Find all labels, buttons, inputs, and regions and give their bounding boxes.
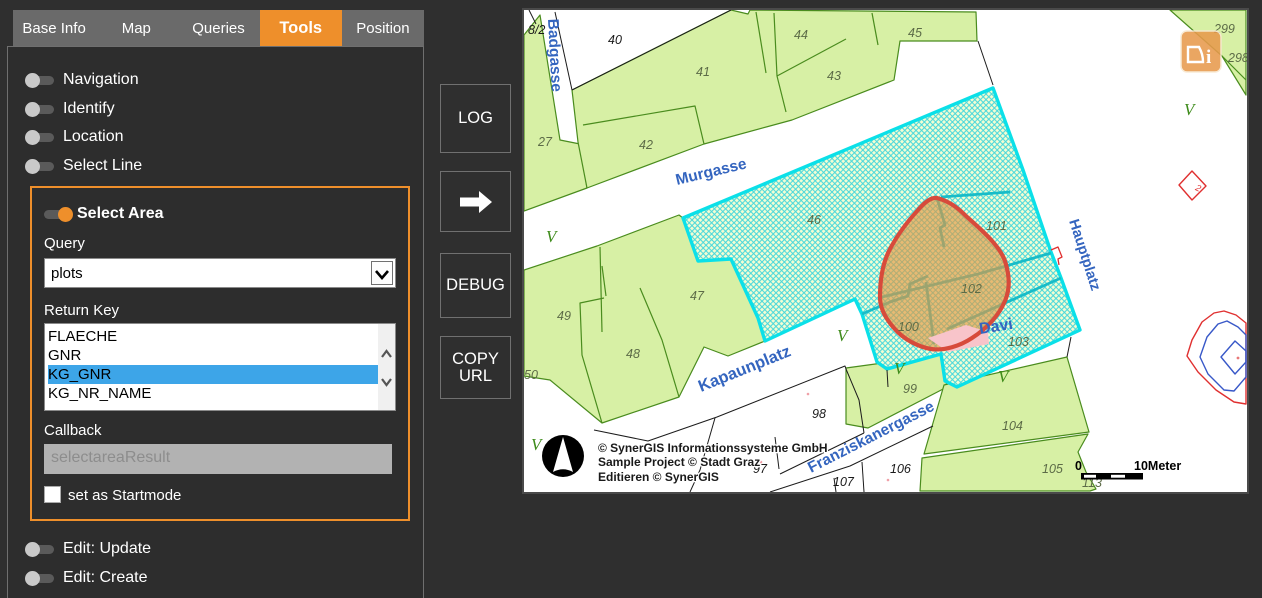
svg-text:46: 46: [807, 213, 821, 227]
svg-text:47: 47: [690, 289, 705, 303]
svg-text:107: 107: [833, 475, 855, 489]
svg-text:104: 104: [1002, 419, 1023, 433]
svg-text:41: 41: [696, 65, 710, 79]
svg-text:V: V: [1184, 100, 1197, 119]
svg-text:44: 44: [794, 28, 808, 42]
svg-text:V: V: [894, 359, 907, 378]
svg-text:Hauptplatz: Hauptplatz: [1065, 217, 1103, 292]
svg-text:102: 102: [961, 282, 982, 296]
svg-text:Editieren © SynerGIS: Editieren © SynerGIS: [598, 470, 719, 484]
svg-text:105: 105: [1042, 462, 1063, 476]
svg-text:298: 298: [1227, 51, 1247, 65]
svg-text:40: 40: [608, 33, 622, 47]
svg-text:43: 43: [827, 69, 841, 83]
svg-text:98: 98: [812, 407, 826, 421]
svg-text:10Meter: 10Meter: [1134, 459, 1181, 473]
svg-text:100: 100: [898, 320, 919, 334]
svg-text:Kapaunplatz: Kapaunplatz: [696, 342, 794, 395]
svg-text:Murgasse: Murgasse: [674, 155, 749, 189]
svg-text:V: V: [998, 367, 1011, 386]
svg-text:101: 101: [986, 219, 1007, 233]
svg-text:27: 27: [537, 135, 553, 149]
svg-text:50: 50: [524, 368, 538, 382]
svg-text:V: V: [837, 326, 850, 345]
svg-text:© SynerGIS Informationssysteme: © SynerGIS Informationssysteme GmbH: [598, 441, 828, 455]
svg-text:V: V: [546, 227, 559, 246]
svg-text:42: 42: [639, 138, 653, 152]
svg-text:99: 99: [903, 382, 917, 396]
svg-text:49: 49: [557, 309, 571, 323]
svg-text:V: V: [531, 435, 544, 454]
svg-text:45: 45: [908, 26, 922, 40]
svg-text:48: 48: [626, 347, 640, 361]
svg-text:Badgasse: Badgasse: [544, 18, 565, 92]
svg-text:106: 106: [890, 462, 911, 476]
svg-text:8/2: 8/2: [528, 23, 545, 37]
svg-text:0: 0: [1075, 459, 1082, 473]
svg-text:103: 103: [1008, 335, 1029, 349]
svg-text:Sample Project © Stadt Graz: Sample Project © Stadt Graz: [598, 455, 760, 469]
svg-text:i: i: [1206, 47, 1211, 68]
